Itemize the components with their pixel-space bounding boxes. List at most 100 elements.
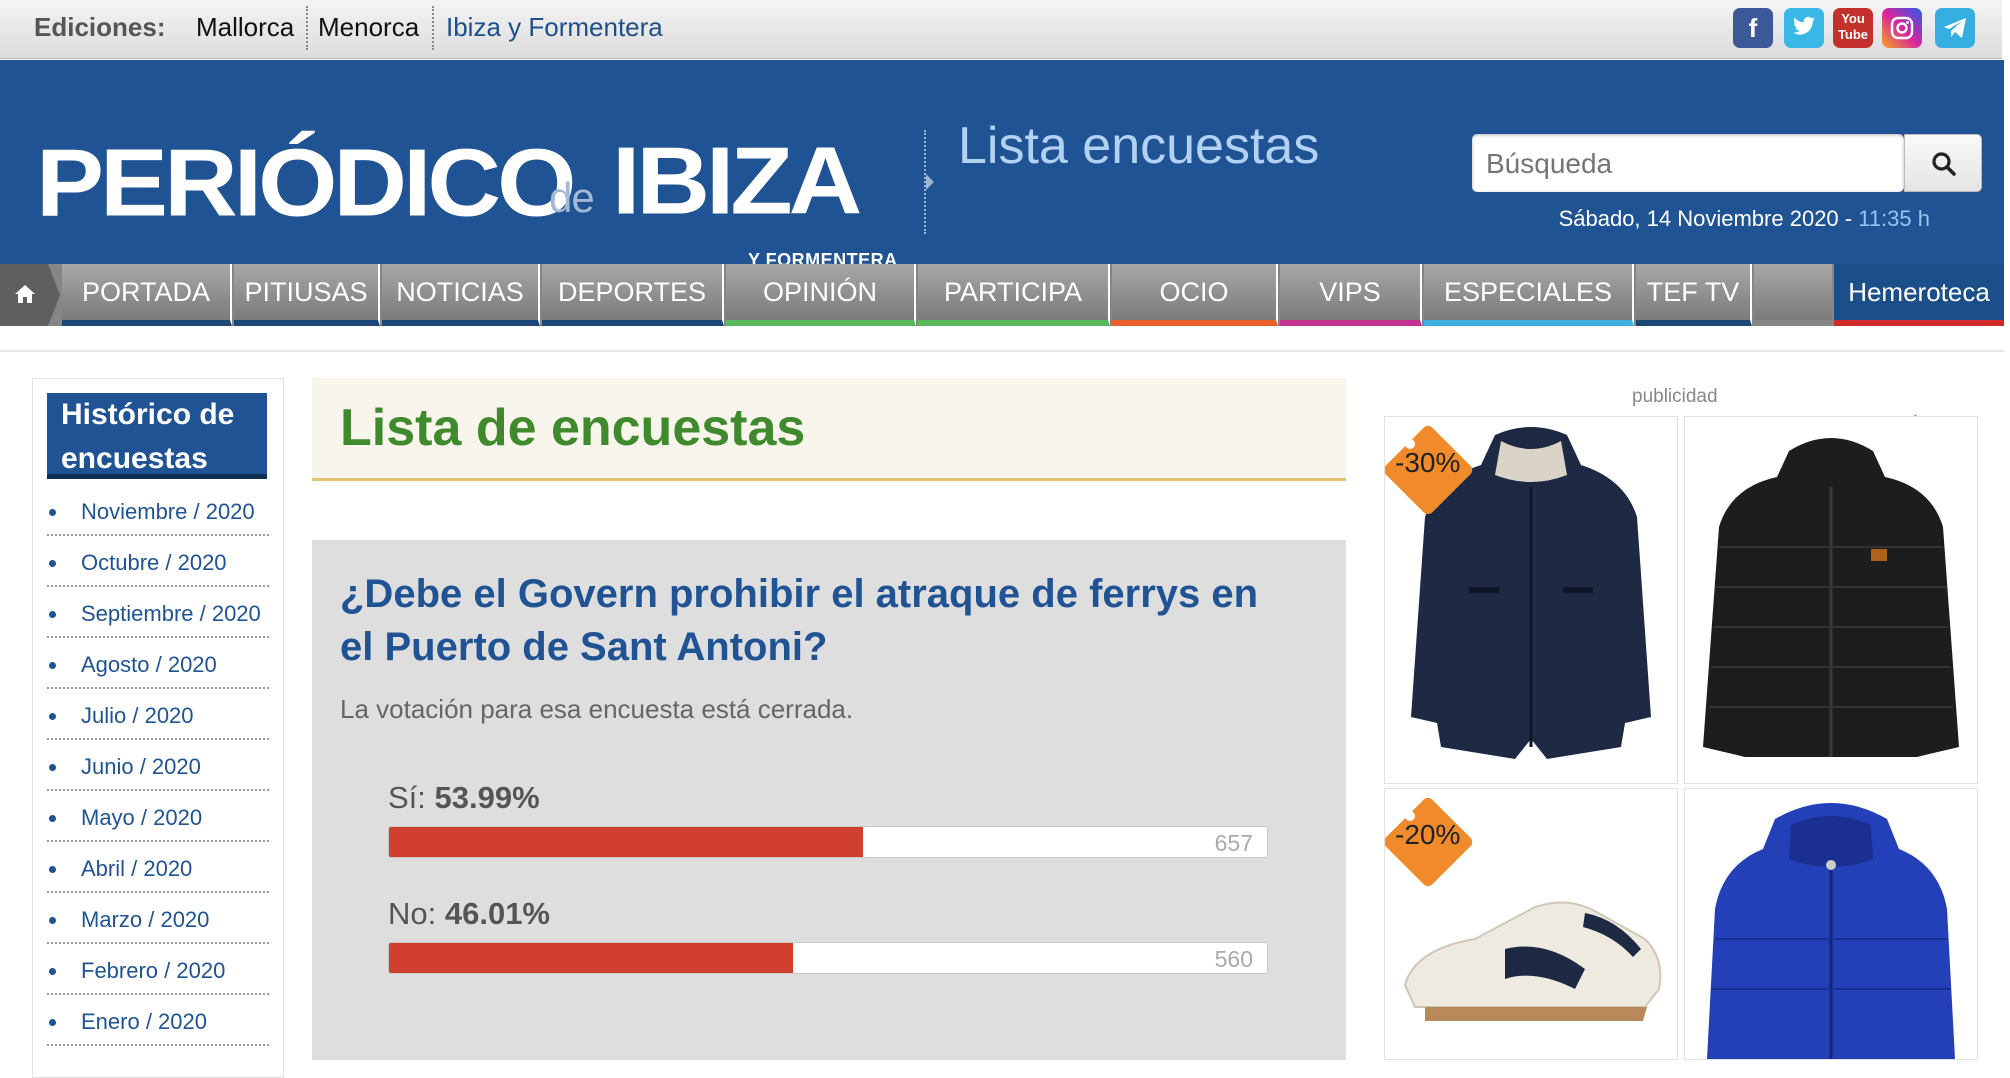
bullet-icon [49, 560, 56, 567]
polls-archive-sidebar: Histórico de encuestas Noviembre / 2020 … [32, 378, 284, 1078]
ad-product-sneaker[interactable]: -20% [1384, 788, 1678, 1060]
nav-item-vips[interactable]: VIPS [1280, 264, 1422, 326]
bullet-icon [49, 866, 56, 873]
ad-product-black-puffer[interactable] [1684, 416, 1978, 784]
edition-mallorca[interactable]: Mallorca [196, 12, 294, 43]
month-link[interactable]: Junio / 2020 [81, 754, 201, 780]
bullet-icon [49, 611, 56, 618]
poll-bar-no: 560 [388, 942, 1268, 974]
nav-item-empty [1754, 264, 1832, 326]
list-item: Mayo / 2020 [47, 791, 269, 842]
edition-menorca[interactable]: Menorca [318, 12, 419, 43]
month-link[interactable]: Agosto / 2020 [81, 652, 217, 678]
ad-label: publicidad [1632, 386, 1718, 407]
poll-question[interactable]: ¿Debe el Govern prohibir el atraque de f… [340, 568, 1300, 674]
edition-separator [432, 6, 434, 50]
sidebar-title-line1: Histórico de [61, 398, 235, 431]
nav-item-participa[interactable]: PARTICIPA [918, 264, 1110, 326]
instagram-icon[interactable] [1882, 8, 1922, 48]
current-time: 11:35 h [1858, 206, 1930, 231]
home-icon [15, 285, 35, 303]
sidebar-title-line2: encuestas [61, 442, 208, 475]
month-link[interactable]: Octubre / 2020 [81, 550, 227, 576]
page-title-box: Lista de encuestas [312, 378, 1346, 481]
blue-puffer-image [1707, 803, 1955, 1059]
bullet-icon [49, 815, 56, 822]
facebook-icon[interactable]: f [1733, 8, 1773, 48]
home-button[interactable] [0, 264, 48, 326]
month-link[interactable]: Septiembre / 2020 [81, 601, 261, 627]
search-input[interactable] [1472, 134, 1840, 194]
month-link[interactable]: Enero / 2020 [81, 1009, 207, 1035]
bullet-icon [49, 764, 56, 771]
list-item: Noviembre / 2020 [47, 485, 269, 536]
bullet-icon [49, 509, 56, 516]
month-link[interactable]: Marzo / 2020 [81, 907, 209, 933]
list-item: Octubre / 2020 [47, 536, 269, 587]
bullet-icon [49, 968, 56, 975]
vote-count: 657 [1214, 830, 1253, 856]
black-puffer-image [1703, 438, 1959, 757]
nav-item-hemeroteca[interactable]: Hemeroteca [1834, 264, 2004, 326]
option-percent: 53.99% [434, 780, 540, 815]
nav-item-deportes[interactable]: DEPORTES [542, 264, 724, 326]
current-date: Sábado, 14 Noviembre 2020 - [1558, 206, 1859, 231]
month-link[interactable]: Febrero / 2020 [81, 958, 225, 984]
bullet-icon [49, 713, 56, 720]
poll-option-yes-label: Sí: 53.99% [388, 780, 540, 816]
list-item: Septiembre / 2020 [47, 587, 269, 638]
bullet-icon [49, 917, 56, 924]
twitter-icon[interactable] [1784, 8, 1824, 48]
bullet-icon [49, 1019, 56, 1026]
sidebar-title: Histórico de encuestas [47, 393, 267, 479]
nav-item-pitiusas[interactable]: PITIUSAS [234, 264, 380, 326]
header-bottom-rule [0, 350, 2004, 352]
edition-ibiza-formentera[interactable]: Ibiza y Formentera [446, 12, 663, 43]
section-title: Lista encuestas [958, 117, 1320, 175]
option-percent: 46.01% [444, 896, 550, 931]
month-link[interactable]: Julio / 2020 [81, 703, 194, 729]
ad-product-blue-puffer[interactable] [1684, 788, 1978, 1060]
editions-label: Ediciones: [34, 12, 166, 42]
telegram-icon[interactable] [1935, 8, 1975, 48]
logo-periodico: PERIÓDICO [36, 128, 576, 237]
list-item: Agosto / 2020 [47, 638, 269, 689]
poll-status: La votación para esa encuesta está cerra… [340, 694, 854, 724]
ad-product-navy-parka[interactable]: -30% [1384, 416, 1678, 784]
month-list: Noviembre / 2020 Octubre / 2020 Septiemb… [47, 485, 269, 1046]
current-datetime: Sábado, 14 Noviembre 2020 - 11:35 h [1500, 206, 1930, 232]
search-icon [1932, 152, 1956, 176]
youtube-icon[interactable]: You Tube [1833, 8, 1873, 48]
list-item: Julio / 2020 [47, 689, 269, 740]
nav-item-ocio[interactable]: OCIO [1112, 264, 1278, 326]
option-name: Sí: [388, 780, 435, 815]
header-divider-arrow [926, 174, 934, 190]
nav-item-portada[interactable]: PORTADA [62, 264, 232, 326]
edition-separator [306, 6, 308, 50]
poll-option-no-label: No: 46.01% [388, 896, 550, 932]
poll-card: ¿Debe el Govern prohibir el atraque de f… [312, 540, 1346, 1060]
home-arrow [48, 264, 60, 326]
nav-item-noticias[interactable]: NOTICIAS [382, 264, 540, 326]
poll-bar-yes: 657 [388, 826, 1268, 858]
option-name: No: [388, 896, 445, 931]
site-header: PERIÓDICO de IBIZA Y FORMENTERA Lista en… [0, 60, 2004, 270]
nav-item-especiales[interactable]: ESPECIALES [1424, 264, 1634, 326]
editions-bar: Ediciones: Mallorca Menorca Ibiza y Form… [0, 0, 2002, 59]
search-field [1472, 134, 1904, 194]
vote-count: 560 [1214, 946, 1253, 972]
page-title: Lista de encuestas [340, 399, 806, 457]
poll-bar-fill [389, 827, 864, 857]
month-link[interactable]: Mayo / 2020 [81, 805, 202, 831]
list-item: Abril / 2020 [47, 842, 269, 893]
bullet-icon [49, 662, 56, 669]
main-nav: PORTADA PITIUSAS NOTICIAS DEPORTES OPINI… [0, 264, 2004, 326]
month-link[interactable]: Noviembre / 2020 [81, 499, 255, 525]
search-button[interactable] [1904, 134, 1982, 192]
nav-item-opinion[interactable]: OPINIÓN [726, 264, 916, 326]
logo-de: de [549, 174, 595, 221]
nav-item-tef-tv[interactable]: TEF TV [1636, 264, 1752, 326]
discount-label: -20% [1395, 819, 1461, 850]
month-link[interactable]: Abril / 2020 [81, 856, 192, 882]
list-item: Febrero / 2020 [47, 944, 269, 995]
